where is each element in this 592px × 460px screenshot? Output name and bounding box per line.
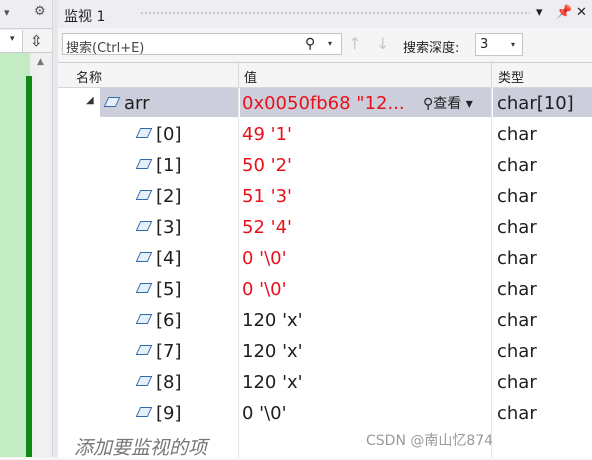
- element-value[interactable]: 0 '\0': [242, 279, 287, 300]
- window-menu-icon[interactable]: ▾: [536, 5, 543, 20]
- element-value[interactable]: 0 '\0': [242, 248, 287, 269]
- window-title: 监视 1: [64, 9, 106, 25]
- element-type: char: [497, 155, 537, 176]
- search-previous-icon[interactable]: ↑: [348, 34, 361, 53]
- element-type: char: [497, 310, 537, 331]
- variable-icon: [135, 345, 153, 355]
- watch-row[interactable]: [0] 49 '1' char: [58, 119, 592, 150]
- search-options-chevron-icon[interactable]: ▾: [328, 39, 332, 48]
- editor-scrollbar[interactable]: ▲: [34, 53, 50, 457]
- watch-row[interactable]: [4] 0 '\0' char: [58, 243, 592, 274]
- element-index: [6]: [156, 310, 182, 331]
- column-header-name[interactable]: 名称: [76, 67, 102, 86]
- watch-row[interactable]: [5] 0 '\0' char: [58, 274, 592, 305]
- element-type: char: [497, 217, 537, 238]
- watch-panel: 监视 1 ▾ 📌 ✕ 搜索(Ctrl+E) ⚲ ▾ ↑ ↓ 搜索深度: 3 ▾ …: [58, 0, 592, 460]
- search-input[interactable]: 搜索(Ctrl+E) ⚲ ▾: [62, 33, 342, 56]
- element-index: [2]: [156, 186, 182, 207]
- element-index: [1]: [156, 155, 182, 176]
- search-placeholder: 搜索(Ctrl+E): [66, 41, 145, 56]
- visualizer-button[interactable]: ⚲查看 ▾: [423, 93, 473, 113]
- watch-toolbar: 搜索(Ctrl+E) ⚲ ▾ ↑ ↓ 搜索深度: 3 ▾: [58, 30, 592, 60]
- pin-icon[interactable]: 📌: [556, 5, 572, 20]
- variable-icon: [135, 376, 153, 386]
- chevron-down-icon: ▾: [10, 34, 15, 44]
- element-type: char: [497, 372, 537, 393]
- search-depth-select[interactable]: 3 ▾: [475, 33, 523, 56]
- variable-value[interactable]: 0x0050fb68 "12...: [242, 93, 405, 114]
- chevron-down-icon: ▾: [461, 96, 473, 112]
- element-type: char: [497, 341, 537, 362]
- element-index: [3]: [156, 217, 182, 238]
- selection-highlight: [100, 88, 238, 117]
- variable-icon: [135, 221, 153, 231]
- element-index: [7]: [156, 341, 182, 362]
- changed-lines-gutter: [0, 53, 24, 457]
- change-tracking-bar: [26, 76, 32, 457]
- add-watch-item[interactable]: 添加要监视的项: [74, 433, 207, 460]
- element-type: char: [497, 279, 537, 300]
- element-value[interactable]: 120 'x': [242, 341, 303, 362]
- search-icon[interactable]: ⚲: [305, 36, 315, 52]
- element-type: char: [497, 248, 537, 269]
- watch-row[interactable]: [7] 120 'x' char: [58, 336, 592, 367]
- grid-header: 名称 值 类型: [58, 63, 592, 88]
- watch-row[interactable]: [1] 50 '2' char: [58, 150, 592, 181]
- variable-icon: [135, 159, 153, 169]
- close-icon[interactable]: ✕: [576, 5, 587, 20]
- column-header-type[interactable]: 类型: [498, 67, 524, 86]
- watch-row[interactable]: [3] 52 '4' char: [58, 212, 592, 243]
- split-editor-icon[interactable]: ⇳: [30, 32, 43, 50]
- variable-icon: [135, 283, 153, 293]
- column-divider[interactable]: [491, 63, 492, 87]
- element-type: char: [497, 186, 537, 207]
- watch-row-arr[interactable]: ◢ arr 0x0050fb68 "12... ⚲查看 ▾ char[10]: [58, 88, 592, 119]
- variable-type: char[10]: [497, 93, 574, 114]
- element-index: [9]: [156, 403, 182, 424]
- scroll-up-icon[interactable]: ▲: [37, 57, 44, 67]
- editor-tab-strip: ▾ ⚙: [0, 0, 52, 29]
- element-value[interactable]: 52 '4': [242, 217, 292, 238]
- dropdown-chevron-icon[interactable]: ▾: [4, 6, 10, 19]
- element-value[interactable]: 120 'x': [242, 310, 303, 331]
- watch-row[interactable]: [8] 120 'x' char: [58, 367, 592, 398]
- watch-row[interactable]: [9] 0 '\0' char: [58, 398, 592, 429]
- search-next-icon[interactable]: ↓: [376, 34, 389, 53]
- variable-name: arr: [124, 93, 150, 114]
- chevron-down-icon: ▾: [511, 40, 516, 49]
- gear-icon[interactable]: ⚙: [34, 4, 46, 19]
- element-value[interactable]: 120 'x': [242, 372, 303, 393]
- watch-titlebar: 监视 1 ▾ 📌 ✕: [58, 0, 592, 28]
- editor-navigation-bar: ▾ ⇳: [0, 30, 52, 53]
- variable-icon: [135, 190, 153, 200]
- watermark: CSDN @南山忆874: [366, 433, 494, 449]
- variable-icon: [135, 128, 153, 138]
- element-value[interactable]: 0 '\0': [242, 403, 287, 424]
- member-dropdown[interactable]: ▾: [0, 30, 23, 52]
- element-value[interactable]: 51 '3': [242, 186, 292, 207]
- variable-icon: [135, 407, 153, 417]
- watch-row[interactable]: [6] 120 'x' char: [58, 305, 592, 336]
- magnifier-icon: ⚲: [423, 96, 434, 112]
- search-depth-label: 搜索深度:: [403, 41, 460, 56]
- variable-icon: [135, 314, 153, 324]
- column-header-value[interactable]: 值: [244, 67, 257, 86]
- element-index: [0]: [156, 124, 182, 145]
- element-index: [5]: [156, 279, 182, 300]
- element-value[interactable]: 49 '1': [242, 124, 292, 145]
- variable-icon: [135, 252, 153, 262]
- visualizer-label: 查看: [433, 96, 462, 112]
- element-type: char: [497, 124, 537, 145]
- element-index: [8]: [156, 372, 182, 393]
- watch-grid: 名称 值 类型 ◢ arr 0x0050fb68 "12... ⚲查看 ▾ ch…: [58, 62, 592, 460]
- search-depth-value: 3: [480, 37, 489, 52]
- element-type: char: [497, 403, 537, 424]
- element-value[interactable]: 50 '2': [242, 155, 292, 176]
- collapse-arrow-icon[interactable]: ◢: [86, 95, 94, 106]
- element-index: [4]: [156, 248, 182, 269]
- column-divider[interactable]: [238, 63, 239, 87]
- titlebar-grip[interactable]: [140, 11, 530, 16]
- watch-row[interactable]: [2] 51 '3' char: [58, 181, 592, 212]
